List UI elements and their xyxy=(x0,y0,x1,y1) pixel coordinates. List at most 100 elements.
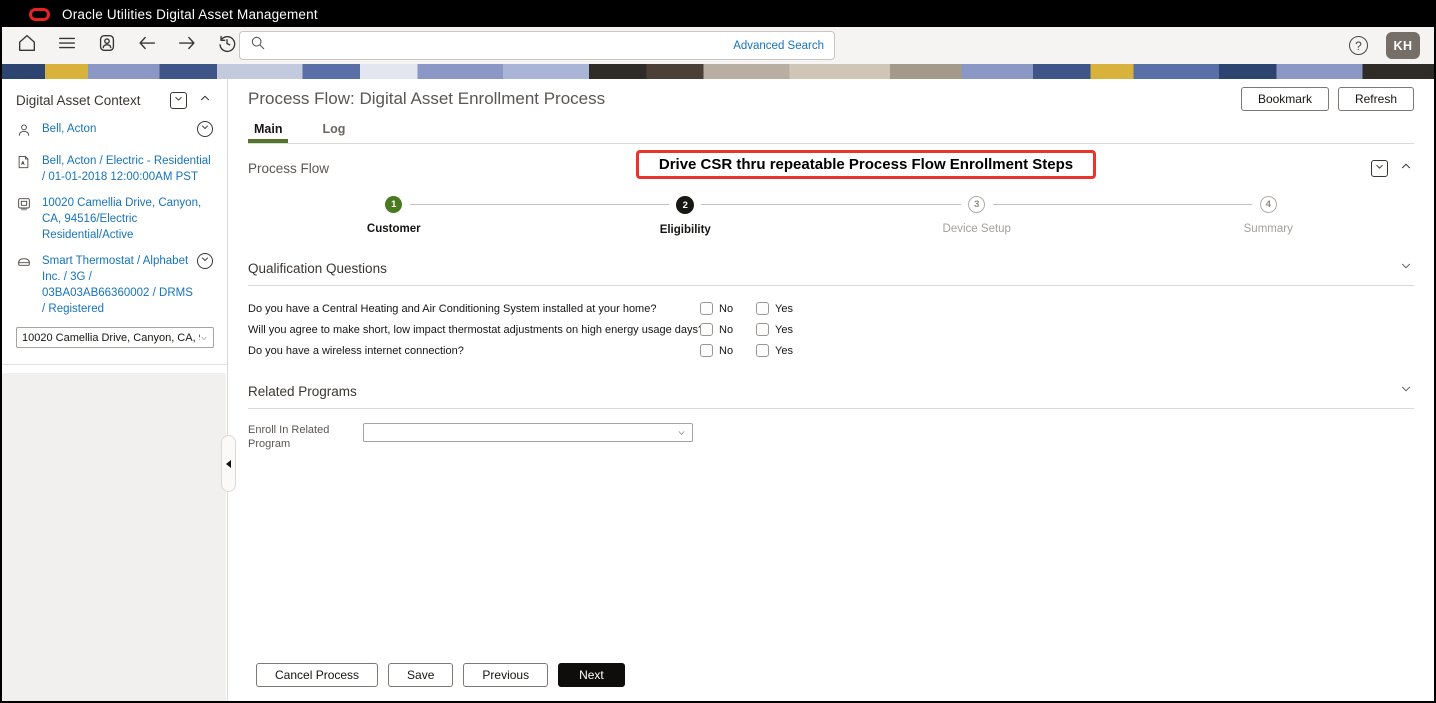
enroll-related-program-select[interactable] xyxy=(363,423,693,442)
step-label: Device Setup xyxy=(943,223,1011,235)
arrow-right-icon xyxy=(176,32,198,59)
global-search: Advanced Search xyxy=(239,31,835,60)
question-row: Do you have a wireless internet connecti… xyxy=(248,340,1414,361)
question-text: Do you have a Central Heating and Air Co… xyxy=(248,303,700,315)
question-3-yes-option[interactable]: Yes xyxy=(756,344,812,357)
arrow-left-icon xyxy=(136,32,158,59)
previous-button[interactable]: Previous xyxy=(463,663,548,687)
context-sidebar: Digital Asset Context Bell, Acton xyxy=(2,79,228,701)
circled-chevron-down-icon xyxy=(199,120,211,138)
menu-button[interactable] xyxy=(54,33,80,59)
address-select[interactable]: 10020 Camellia Drive, Canyon, CA, 94516 xyxy=(16,327,214,348)
question-text: Do you have a wireless internet connecti… xyxy=(248,345,700,357)
main-toolbar: Advanced Search ? KH xyxy=(2,27,1434,64)
no-label: No xyxy=(719,324,733,336)
step-label: Customer xyxy=(367,223,421,235)
step-customer[interactable]: 1 Customer xyxy=(248,196,540,236)
step-circle[interactable]: 4 xyxy=(1260,196,1277,213)
context-item-person: Bell, Acton xyxy=(16,121,213,143)
main-content: Process Flow: Digital Asset Enrollment P… xyxy=(228,79,1434,701)
oracle-logo-icon xyxy=(29,8,50,21)
history-icon xyxy=(216,32,238,59)
sidebar-empty-area xyxy=(2,373,226,701)
step-circle[interactable]: 1 xyxy=(385,196,402,213)
question-1-no-option[interactable]: No xyxy=(700,302,756,315)
person-expand-button[interactable] xyxy=(197,121,213,137)
decorative-banner-image xyxy=(2,64,1434,79)
search-input[interactable] xyxy=(274,39,733,53)
help-icon: ? xyxy=(1355,39,1362,53)
qualification-questions-list: Do you have a Central Heating and Air Co… xyxy=(248,298,1414,361)
address-select-value: 10020 Camellia Drive, Canyon, CA, 94516 xyxy=(22,332,200,344)
context-item-account: Bell, Acton / Electric - Residential / 0… xyxy=(16,153,213,185)
context-menu-button[interactable] xyxy=(170,92,187,109)
tab-main[interactable]: Main xyxy=(248,118,288,143)
yes-checkbox[interactable] xyxy=(756,323,769,336)
no-checkbox[interactable] xyxy=(700,344,713,357)
zone-collapse-button[interactable] xyxy=(1398,161,1414,177)
save-button[interactable]: Save xyxy=(388,663,453,687)
yes-checkbox[interactable] xyxy=(756,344,769,357)
yes-checkbox[interactable] xyxy=(756,302,769,315)
step-eligibility[interactable]: 2 Eligibility xyxy=(540,196,832,236)
question-2-no-option[interactable]: No xyxy=(700,323,756,336)
no-label: No xyxy=(719,345,733,357)
question-3-no-option[interactable]: No xyxy=(700,344,756,357)
related-programs-title: Related Programs xyxy=(248,384,1398,399)
back-button[interactable] xyxy=(134,33,160,59)
title-bar: Oracle Utilities Digital Asset Managemen… xyxy=(2,2,1434,27)
context-item-device: Smart Thermostat / Alphabet Inc. / 3G / … xyxy=(16,253,213,317)
process-flow-zone-header: Process Flow Drive CSR thru repeatable P… xyxy=(248,153,1414,184)
step-summary[interactable]: 4 Summary xyxy=(1123,196,1415,236)
user-context-button[interactable] xyxy=(94,33,120,59)
step-circle[interactable]: 2 xyxy=(676,196,694,214)
page-header: Process Flow: Digital Asset Enrollment P… xyxy=(248,87,1414,111)
digital-asset-context-title: Digital Asset Context xyxy=(16,93,170,108)
context-service-point-link[interactable]: 10020 Camellia Drive, Canyon, CA, 94516/… xyxy=(42,195,213,243)
enroll-related-program-label: Enroll In Related Program xyxy=(248,423,363,451)
question-row: Will you agree to make short, low impact… xyxy=(248,319,1414,340)
context-collapse-button[interactable] xyxy=(197,93,213,109)
device-expand-button[interactable] xyxy=(197,253,213,269)
related-programs-collapse-button[interactable] xyxy=(1398,383,1414,399)
thermostat-icon xyxy=(16,253,33,317)
no-label: No xyxy=(719,303,733,315)
chevron-down-icon xyxy=(1399,382,1413,401)
tab-log[interactable]: Log xyxy=(316,118,351,143)
collapse-left-icon xyxy=(226,460,231,468)
window-title: Oracle Utilities Digital Asset Managemen… xyxy=(62,7,318,22)
context-account-link[interactable]: Bell, Acton / Electric - Residential / 0… xyxy=(42,153,213,185)
annotation-callout: Drive CSR thru repeatable Process Flow E… xyxy=(636,150,1096,179)
zone-menu-button[interactable] xyxy=(1371,160,1388,177)
no-checkbox[interactable] xyxy=(700,323,713,336)
yes-label: Yes xyxy=(775,345,793,357)
chevron-up-icon xyxy=(198,91,212,110)
search-icon xyxy=(250,35,266,56)
yes-label: Yes xyxy=(775,324,793,336)
qualification-collapse-button[interactable] xyxy=(1398,260,1414,276)
no-checkbox[interactable] xyxy=(700,302,713,315)
user-avatar[interactable]: KH xyxy=(1386,32,1420,59)
advanced-search-link[interactable]: Advanced Search xyxy=(733,40,824,52)
question-1-yes-option[interactable]: Yes xyxy=(756,302,812,315)
process-flow-stepper: 1 Customer 2 Eligibility 3 Device Setup … xyxy=(248,196,1414,236)
cancel-process-button[interactable]: Cancel Process xyxy=(256,663,378,687)
forward-button[interactable] xyxy=(174,33,200,59)
select-caret-icon xyxy=(677,424,686,442)
bookmark-button[interactable]: Bookmark xyxy=(1241,87,1329,111)
home-button[interactable] xyxy=(14,33,40,59)
question-row: Do you have a Central Heating and Air Co… xyxy=(248,298,1414,319)
help-button[interactable]: ? xyxy=(1349,36,1368,55)
person-icon xyxy=(16,121,33,143)
refresh-button[interactable]: Refresh xyxy=(1338,87,1414,111)
context-device-link[interactable]: Smart Thermostat / Alphabet Inc. / 3G / … xyxy=(42,253,193,317)
step-device-setup[interactable]: 3 Device Setup xyxy=(831,196,1123,236)
question-2-yes-option[interactable]: Yes xyxy=(756,323,812,336)
context-person-link[interactable]: Bell, Acton xyxy=(42,121,193,143)
user-badge-icon xyxy=(96,32,118,59)
step-circle[interactable]: 3 xyxy=(968,196,985,213)
sidebar-collapse-handle[interactable] xyxy=(221,435,236,492)
history-button[interactable] xyxy=(214,33,240,59)
step-label: Summary xyxy=(1244,223,1293,235)
next-button[interactable]: Next xyxy=(558,663,625,687)
